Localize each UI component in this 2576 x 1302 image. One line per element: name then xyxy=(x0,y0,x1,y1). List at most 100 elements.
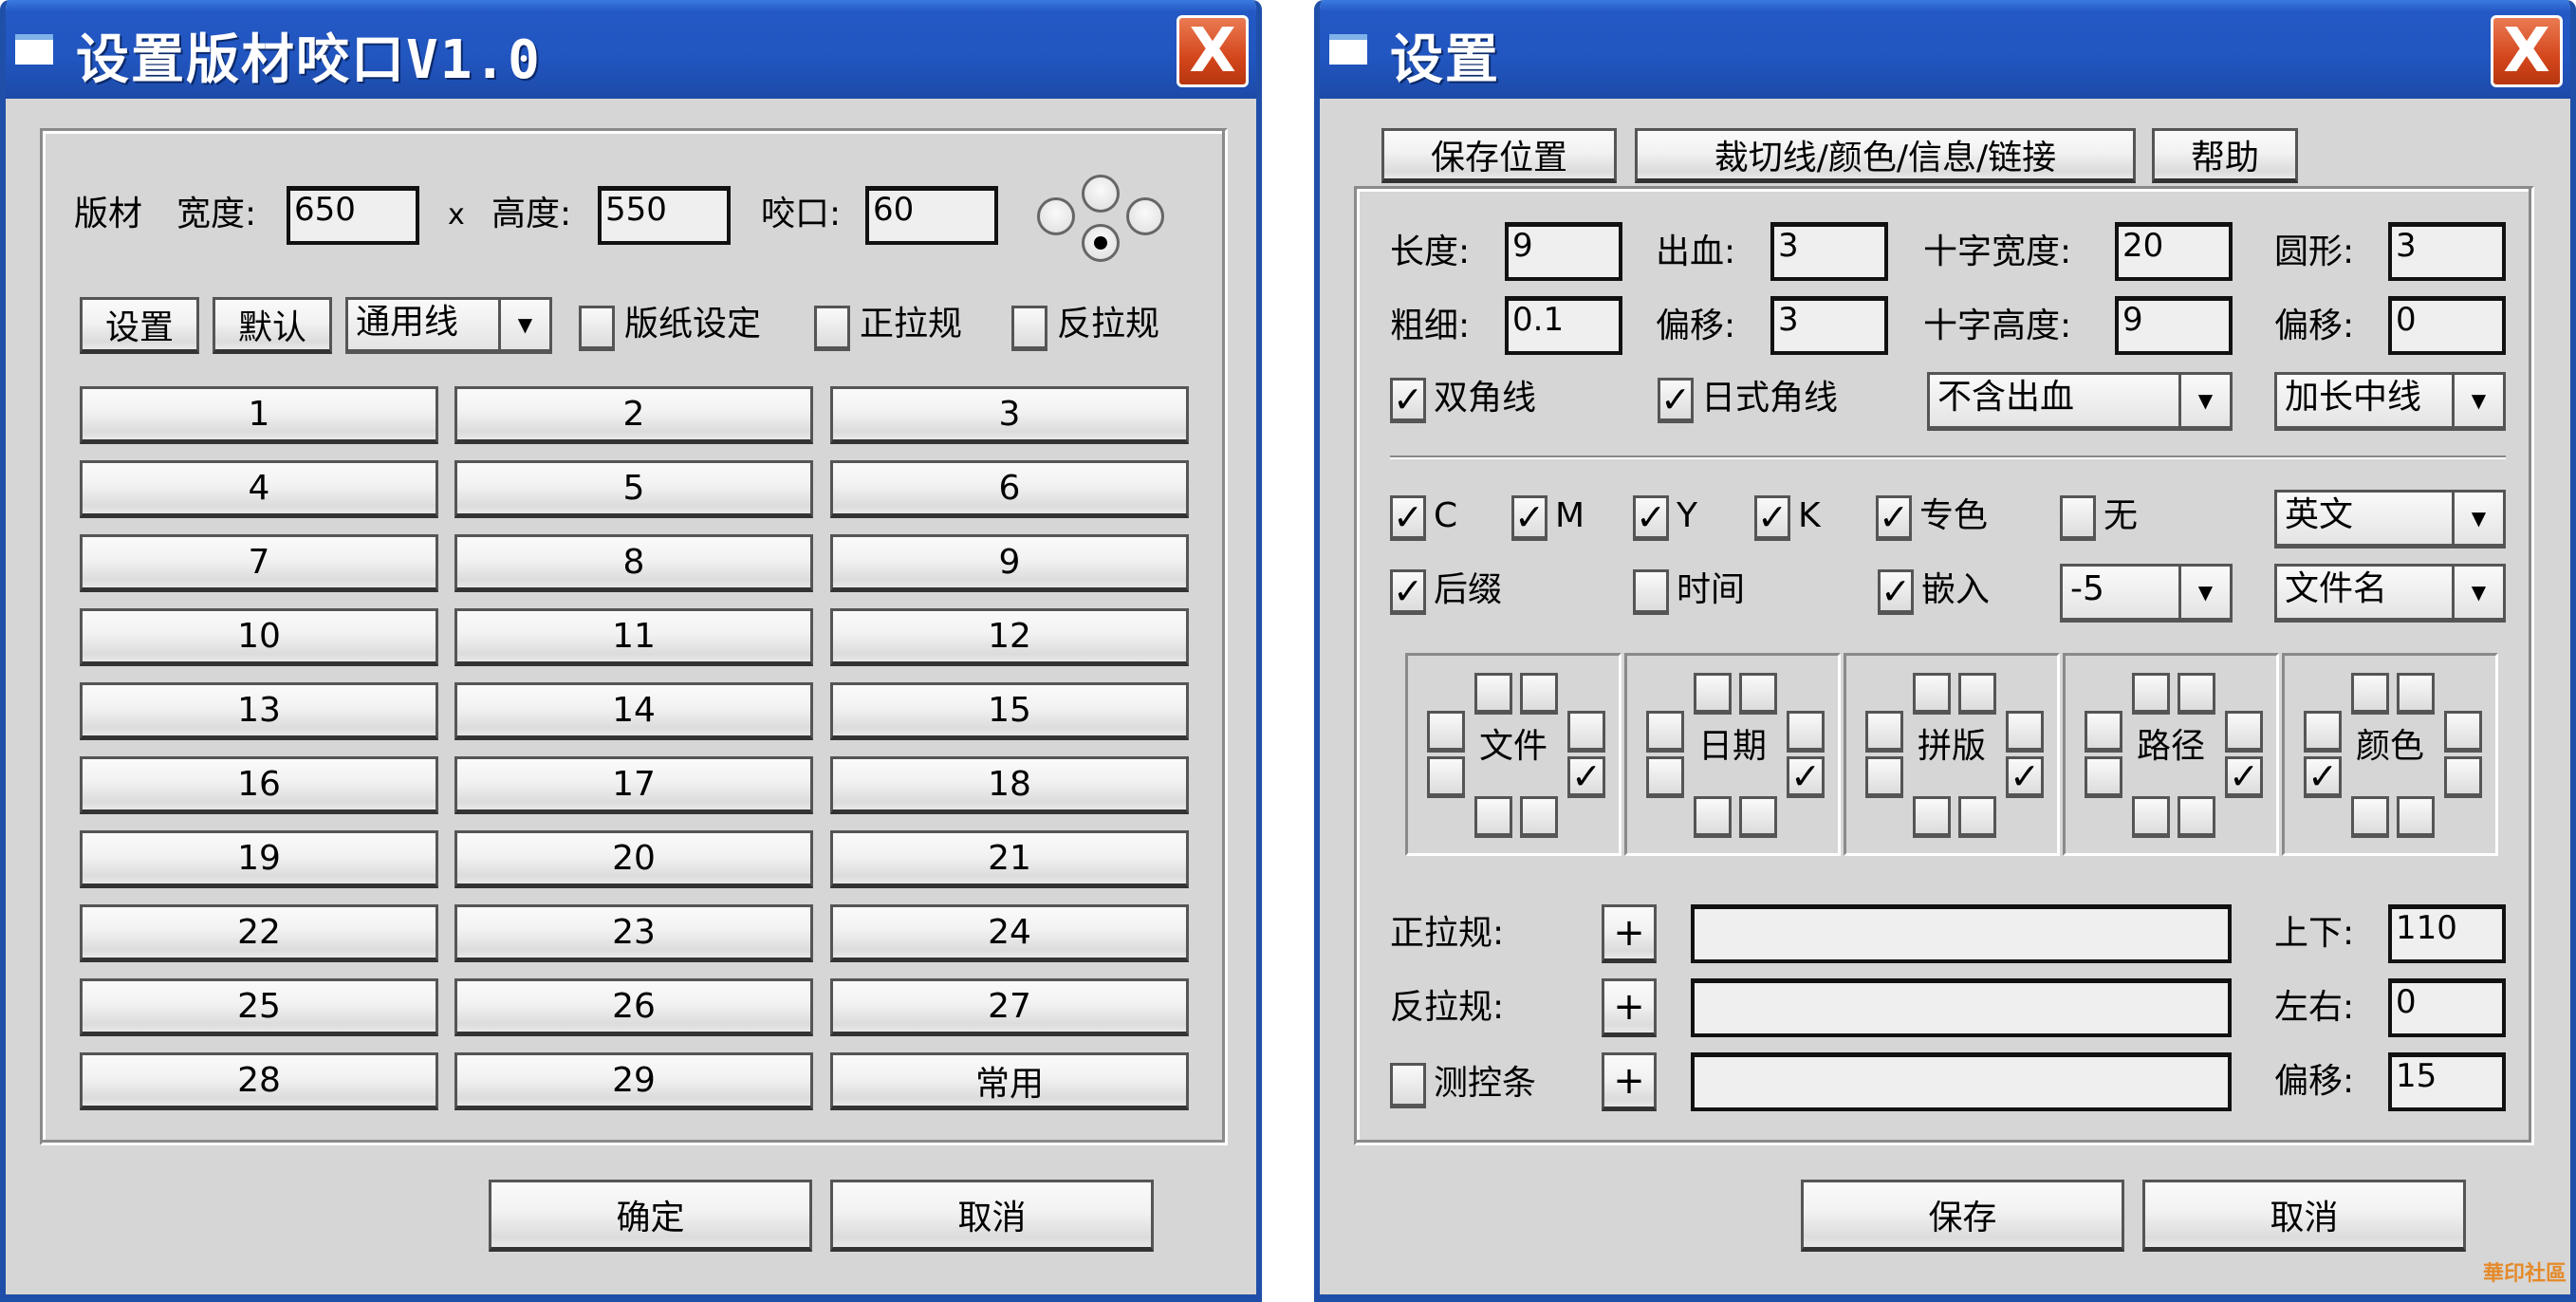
preset-button[interactable]: 7 xyxy=(80,534,438,592)
cancel-button[interactable]: 取消 xyxy=(830,1180,1154,1252)
title-bar[interactable]: 设置版材咬口V1.0 X xyxy=(6,0,1256,99)
title-bar[interactable]: 设置 X xyxy=(1320,0,2570,99)
leftright-input[interactable]: 0 xyxy=(2388,978,2506,1037)
position-checkbox-top-left[interactable] xyxy=(2132,673,2170,715)
chevron-down-icon[interactable]: ▼ xyxy=(2178,375,2230,426)
preset-button[interactable]: 26 xyxy=(454,978,813,1036)
thickness-input[interactable]: 0.1 xyxy=(1505,296,1622,355)
preset-button[interactable]: 10 xyxy=(80,608,438,666)
position-checkbox-bottom-left[interactable] xyxy=(1913,796,1951,838)
add-front-guide-button[interactable]: + xyxy=(1602,904,1657,963)
preset-button[interactable]: 23 xyxy=(454,904,813,962)
preset-button[interactable]: 21 xyxy=(830,830,1189,888)
position-checkbox-top-left[interactable] xyxy=(2351,673,2389,715)
preset-button[interactable]: 18 xyxy=(830,756,1189,814)
back-guide-path-input[interactable] xyxy=(1691,978,2232,1037)
strip-offset-input[interactable]: 15 xyxy=(2388,1052,2506,1111)
position-checkbox-bottom-left[interactable] xyxy=(2132,796,2170,838)
preset-button[interactable]: 11 xyxy=(454,608,813,666)
language-select[interactable]: 英文 ▼ xyxy=(2274,490,2506,549)
front-guide-path-input[interactable] xyxy=(1691,904,2232,963)
position-checkbox-bottom-right[interactable] xyxy=(1739,796,1777,838)
position-checkbox-top-left[interactable] xyxy=(1694,673,1732,715)
color-checkbox[interactable]: ✓ xyxy=(1876,495,1912,541)
preset-button[interactable]: 29 xyxy=(454,1052,813,1110)
position-checkbox-top-right[interactable] xyxy=(1958,673,1996,715)
position-checkbox-top-right[interactable] xyxy=(1739,673,1777,715)
preset-button[interactable]: 19 xyxy=(80,830,438,888)
preset-button[interactable]: 4 xyxy=(80,460,438,518)
position-checkbox-top-left[interactable] xyxy=(1474,673,1512,715)
chevron-down-icon[interactable]: ▼ xyxy=(2452,567,2503,618)
center-line-select[interactable]: 加长中线 ▼ xyxy=(2274,372,2506,431)
save-button[interactable]: 保存 xyxy=(1801,1180,2124,1252)
default-button[interactable]: 默认 xyxy=(213,297,332,354)
position-checkbox-top-right[interactable] xyxy=(2397,673,2435,715)
line-type-select[interactable]: 通用线 ▼ xyxy=(345,297,552,354)
color-checkbox[interactable]: ✓ xyxy=(1633,495,1669,541)
preset-button[interactable]: 22 xyxy=(80,904,438,962)
preset-button[interactable]: 24 xyxy=(830,904,1189,962)
gripper-position-left-radio[interactable] xyxy=(1037,197,1075,235)
preset-button[interactable]: 12 xyxy=(830,608,1189,666)
preset-button[interactable]: 17 xyxy=(454,756,813,814)
position-checkbox-bottom-right[interactable] xyxy=(1958,796,1996,838)
preset-button[interactable]: 3 xyxy=(830,386,1189,444)
bleed-mode-select[interactable]: 不含出血 ▼ xyxy=(1927,372,2233,431)
color-checkbox[interactable] xyxy=(2060,495,2096,541)
length-input[interactable]: 9 xyxy=(1505,222,1622,281)
position-checkbox-top-right[interactable] xyxy=(1520,673,1558,715)
preset-button[interactable]: 27 xyxy=(830,978,1189,1036)
embed-offset-select[interactable]: -5 ▼ xyxy=(2060,564,2233,623)
preset-button[interactable]: 14 xyxy=(454,682,813,740)
bleed-input[interactable]: 3 xyxy=(1770,222,1888,281)
position-checkbox-bottom-left[interactable] xyxy=(1694,796,1732,838)
preset-button[interactable]: 25 xyxy=(80,978,438,1036)
position-checkbox-top-right[interactable] xyxy=(2178,673,2215,715)
save-position-button[interactable]: 保存位置 xyxy=(1381,128,1617,183)
preset-button[interactable]: 13 xyxy=(80,682,438,740)
position-checkbox-bottom-right[interactable] xyxy=(2397,796,2435,838)
chevron-down-icon[interactable]: ▼ xyxy=(2178,567,2230,618)
updown-input[interactable]: 110 xyxy=(2388,904,2506,963)
time-checkbox[interactable] xyxy=(1633,569,1669,615)
position-checkbox-bottom-left[interactable] xyxy=(2351,796,2389,838)
preset-button[interactable]: 6 xyxy=(830,460,1189,518)
position-checkbox-bottom-right[interactable] xyxy=(2178,796,2215,838)
japanese-corner-checkbox[interactable]: ✓ xyxy=(1658,378,1694,423)
add-control-strip-button[interactable]: + xyxy=(1602,1052,1657,1111)
offset-input[interactable]: 3 xyxy=(1770,296,1888,355)
color-checkbox[interactable]: ✓ xyxy=(1511,495,1547,541)
gripper-input[interactable]: 60 xyxy=(865,186,998,245)
settings-button[interactable]: 设置 xyxy=(80,297,199,354)
color-checkbox[interactable]: ✓ xyxy=(1754,495,1790,541)
preset-button[interactable]: 5 xyxy=(454,460,813,518)
preset-button[interactable]: 20 xyxy=(454,830,813,888)
position-checkbox-bottom-right[interactable] xyxy=(1520,796,1558,838)
paper-setting-checkbox[interactable] xyxy=(579,306,615,351)
close-button[interactable]: X xyxy=(1177,15,1249,87)
position-checkbox-bottom-left[interactable] xyxy=(1474,796,1512,838)
double-corner-checkbox[interactable]: ✓ xyxy=(1390,378,1426,423)
preset-button[interactable]: 1 xyxy=(80,386,438,444)
cross-width-input[interactable]: 20 xyxy=(2115,222,2233,281)
front-guide-checkbox[interactable] xyxy=(814,306,850,351)
color-checkbox[interactable]: ✓ xyxy=(1390,495,1426,541)
close-button[interactable]: X xyxy=(2491,15,2563,87)
circle-offset-input[interactable]: 0 xyxy=(2388,296,2506,355)
gripper-position-top-radio[interactable] xyxy=(1082,175,1120,213)
add-back-guide-button[interactable]: + xyxy=(1602,978,1657,1037)
back-guide-checkbox[interactable] xyxy=(1011,306,1047,351)
suffix-checkbox[interactable]: ✓ xyxy=(1390,569,1426,615)
crop-color-info-link-tab[interactable]: 裁切线/颜色/信息/链接 xyxy=(1635,128,2136,183)
gripper-position-right-radio[interactable] xyxy=(1126,197,1164,235)
preset-button[interactable]: 8 xyxy=(454,534,813,592)
cross-height-input[interactable]: 9 xyxy=(2115,296,2233,355)
preset-button[interactable]: 9 xyxy=(830,534,1189,592)
control-strip-checkbox[interactable] xyxy=(1390,1063,1426,1108)
preset-button[interactable]: 2 xyxy=(454,386,813,444)
preset-button[interactable]: 28 xyxy=(80,1052,438,1110)
cancel-button[interactable]: 取消 xyxy=(2142,1180,2466,1252)
ok-button[interactable]: 确定 xyxy=(489,1180,812,1252)
circle-input[interactable]: 3 xyxy=(2388,222,2506,281)
